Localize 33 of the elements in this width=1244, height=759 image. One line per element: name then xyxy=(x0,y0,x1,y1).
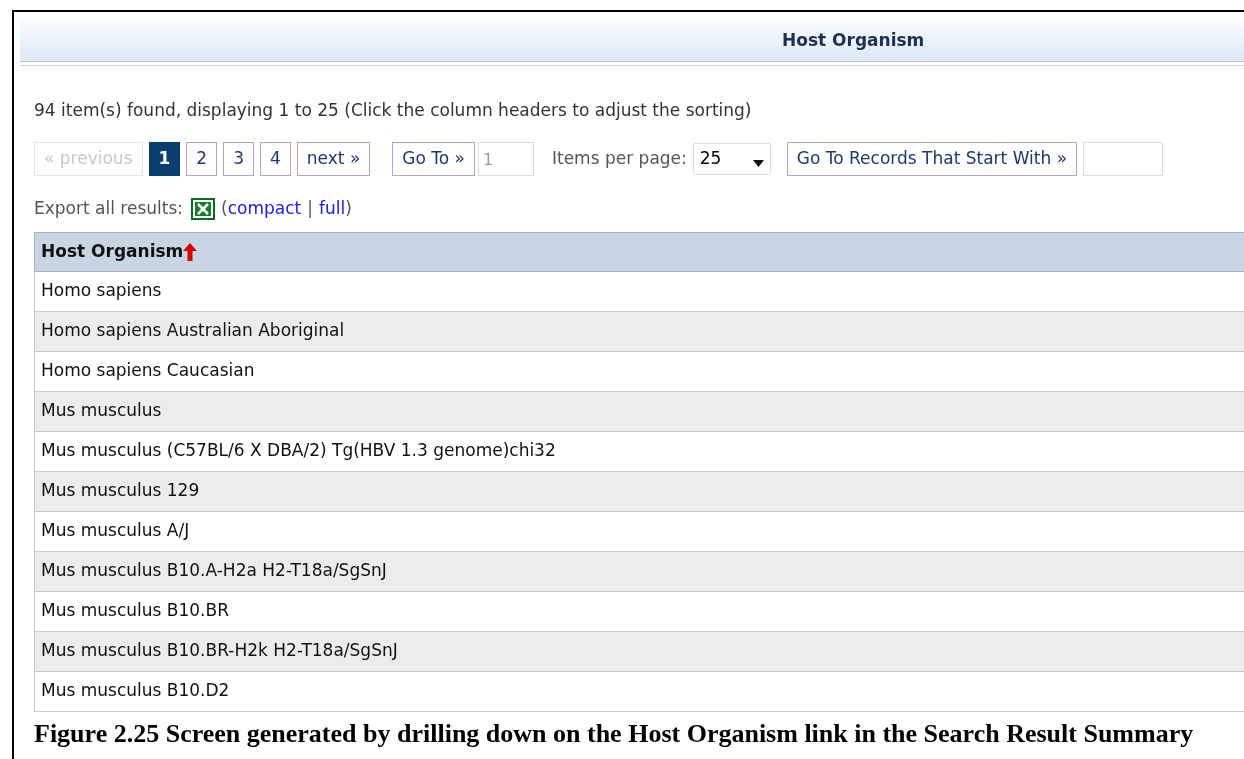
go-to-button[interactable]: Go To » xyxy=(392,142,475,176)
start-with-button[interactable]: Go To Records That Start With » xyxy=(786,142,1078,176)
table-cell: Mus musculus B10.BR-H2k H2-T18a/SgSnJ xyxy=(34,631,1244,672)
pager-button[interactable]: next » xyxy=(296,142,371,176)
table-cell: Homo sapiens Australian Aboriginal xyxy=(34,311,1244,352)
results-summary: 94 item(s) found, displaying 1 to 25 (Click the column headers to adjust the sorting) xyxy=(34,99,753,122)
table-cell: Homo sapiens xyxy=(34,271,1244,312)
table-cell: Mus musculus xyxy=(34,391,1244,432)
paren: ( xyxy=(221,197,228,220)
compact-link[interactable]: compact xyxy=(227,196,302,222)
table-cell: Mus musculus 129 xyxy=(34,471,1244,512)
export-label: Export all results: xyxy=(34,197,183,220)
spreadsheet-icon[interactable] xyxy=(191,197,215,220)
table-cell: Homo sapiens Caucasian xyxy=(34,351,1244,392)
items-per-page-select[interactable]: 25 xyxy=(692,143,771,175)
pager-button[interactable]: 1 xyxy=(148,142,181,176)
separator: | xyxy=(307,197,313,220)
table-cell: Mus musculus A/J xyxy=(34,511,1244,552)
items-per-page-label: Items per page: xyxy=(552,147,687,171)
panel-title: Host Organism xyxy=(782,28,925,52)
table-cell: Mus musculus B10.BR xyxy=(34,591,1244,632)
column-header[interactable]: Host Organism xyxy=(34,231,1244,272)
full-link[interactable]: full xyxy=(318,196,346,222)
pager-button[interactable]: 4 xyxy=(260,142,291,176)
figure-caption: Figure 2.25 Screen generated by drilling down on the Host Organism link in the Search Result Summary xyxy=(34,717,1195,750)
start-with-field[interactable] xyxy=(1083,142,1164,176)
dropdown-icon xyxy=(752,159,764,167)
table-cell: Mus musculus (C57BL/6 X DBA/2) Tg(HBV 1.3 genome)chi32 xyxy=(34,431,1244,472)
pager-button[interactable]: 2 xyxy=(186,142,218,176)
table-cell: Mus musculus B10.D2 xyxy=(34,671,1244,712)
table-cell: Mus musculus B10.A-H2a H2-T18a/SgSnJ xyxy=(34,551,1244,592)
pager-button[interactable]: 3 xyxy=(223,142,254,176)
paren: ) xyxy=(345,197,352,220)
